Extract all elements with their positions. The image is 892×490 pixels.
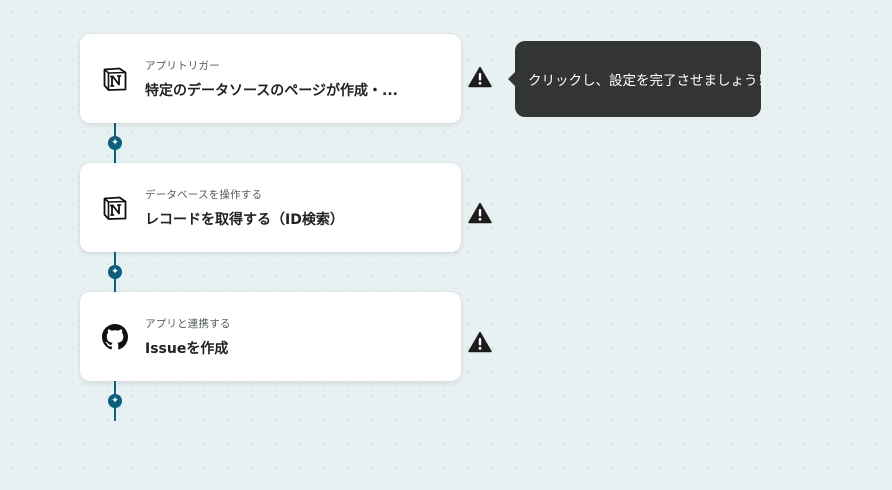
add-step-button[interactable]: ✦ bbox=[108, 136, 122, 150]
setup-hint-tooltip: クリックし、設定を完了させましょう！ bbox=[508, 41, 771, 117]
step-title: レコードを取得する（ID検索） bbox=[145, 212, 344, 228]
tooltip-text: クリックし、設定を完了させましょう！ bbox=[528, 73, 771, 89]
add-step-button[interactable]: ✦ bbox=[108, 394, 122, 408]
step-category-label: アプリトリガー bbox=[145, 60, 220, 72]
flow-step-3-card[interactable]: アプリと連携する Issueを作成 bbox=[80, 292, 461, 381]
plus-icon: ✦ bbox=[111, 266, 119, 277]
plus-icon: ✦ bbox=[111, 395, 119, 406]
step-category-label: アプリと連携する bbox=[145, 318, 231, 330]
warning-icon[interactable] bbox=[468, 66, 492, 88]
warning-icon[interactable] bbox=[468, 202, 492, 224]
warning-icon[interactable] bbox=[468, 331, 492, 353]
plus-icon: ✦ bbox=[111, 137, 119, 148]
flow-step-2-card[interactable]: データベースを操作する レコードを取得する（ID検索） bbox=[80, 163, 461, 252]
notion-icon bbox=[102, 195, 128, 221]
step-title: Issueを作成 bbox=[145, 341, 229, 357]
step-title: 特定のデータソースのページが作成・... bbox=[145, 83, 398, 99]
notion-icon bbox=[102, 66, 128, 92]
flow-step-1-card[interactable]: アプリトリガー 特定のデータソースのページが作成・... bbox=[80, 34, 461, 123]
step-category-label: データベースを操作する bbox=[145, 189, 263, 201]
add-step-button[interactable]: ✦ bbox=[108, 265, 122, 279]
github-icon bbox=[102, 324, 128, 350]
